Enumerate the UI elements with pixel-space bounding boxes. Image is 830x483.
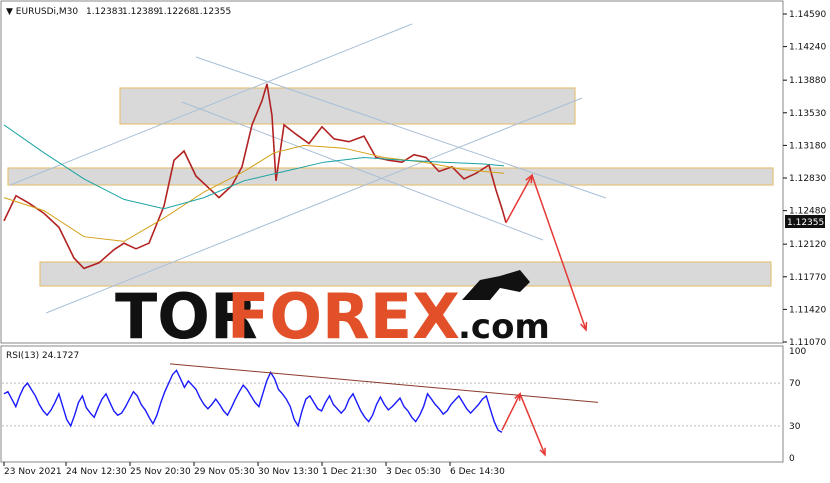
watermark-forex: FOREX: [227, 280, 460, 353]
current-price-tag: 1.12355: [785, 215, 825, 228]
y-tick-label: 1.11770: [789, 273, 826, 283]
x-tick-label: 24 Nov 12:30: [66, 467, 127, 477]
watermark-com: .com: [458, 307, 550, 347]
x-tick-label: 29 Nov 05:30: [194, 467, 255, 477]
y-tick-label: 1.13880: [789, 76, 826, 86]
ohlc-open: 1.12383: [86, 7, 123, 17]
y-tick-label: 1.12830: [789, 174, 826, 184]
chart-window: TOR FOREX .com 1.14590 1.14240 1.13880 1.13…: [0, 0, 830, 483]
current-price-label: 1.12355: [787, 218, 824, 228]
y-tick-label: 1.12120: [789, 240, 826, 250]
y-tick-label: 1.13180: [789, 141, 826, 151]
zone-1: [7, 167, 774, 186]
rsi-y-tick-label: 0: [789, 454, 795, 464]
y-tick-label: 1.14590: [789, 10, 826, 20]
rsi-header: RSI(13) 24.1727: [6, 351, 79, 361]
rsi-frame: [0, 345, 784, 463]
y-tick-label: 1.13530: [789, 109, 826, 119]
chart-canvas: TOR FOREX .com 1.14590 1.14240 1.13880 1.13…: [0, 0, 826, 477]
rsi-y-tick-label: 70: [789, 379, 801, 389]
zone-0: [119, 87, 576, 125]
chart-header-symbol: ▼ EURUSDi,M30: [6, 7, 78, 17]
x-tick-label: 1 Dec 21:30: [322, 467, 377, 477]
x-tick-label: 6 Dec 14:30: [450, 467, 505, 477]
y-tick-label: 1.14240: [789, 43, 826, 53]
x-tick-label: 25 Nov 20:30: [130, 467, 191, 477]
rsi-y-tick-label: 30: [789, 422, 801, 432]
x-tick-label: 30 Nov 13:30: [258, 467, 319, 477]
symbol-label: EURUSDi,M30: [16, 7, 79, 17]
watermark-logo: TOR FOREX .com: [115, 270, 550, 353]
x-tick-label: 23 Nov 2021: [4, 467, 62, 477]
x-tick-label: 3 Dec 05:30: [386, 467, 441, 477]
ohlc-low: 1.12268: [158, 7, 195, 17]
ohlc-close: 1.12355: [194, 7, 231, 17]
rsi-y-tick-label: 100: [789, 347, 806, 357]
dropdown-arrow-icon[interactable]: ▼: [6, 7, 16, 17]
ohlc-high: 1.12389: [122, 7, 159, 17]
y-tick-label: 1.11420: [789, 305, 826, 315]
